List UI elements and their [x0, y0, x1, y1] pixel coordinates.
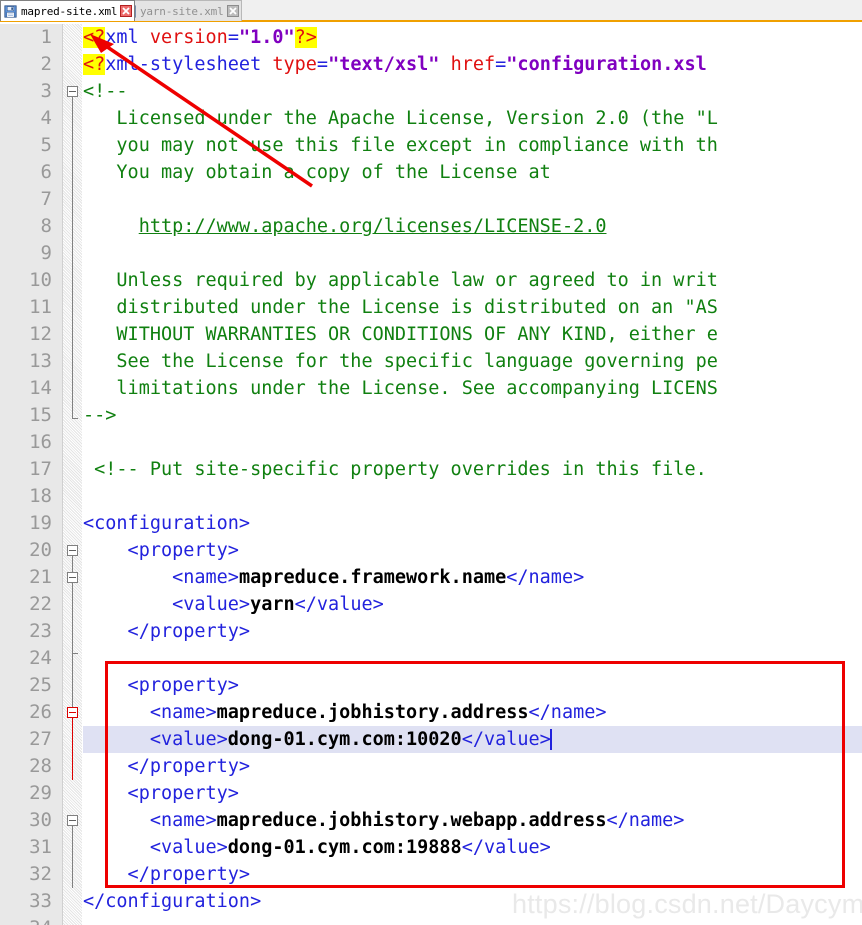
code-line-25: <property>: [83, 675, 239, 696]
fold-guide-line: [72, 826, 73, 888]
fold-guide-end: [72, 653, 78, 654]
line-number: 31: [29, 836, 52, 858]
code-line-5: you may not use this file except in comp…: [83, 135, 718, 156]
code-line-27: <value>dong-01.cym.com:10020</value>: [83, 726, 862, 753]
line-number-gutter: 1 2 3 4 5 6 7 8 9 10 11 12 13 14 15 16 1…: [0, 24, 63, 925]
fold-guide-line: [72, 718, 73, 780]
code-line-15: -->: [83, 405, 117, 426]
code-line-22: <value>yarn</value>: [83, 594, 384, 615]
line-number: 6: [40, 161, 52, 183]
fold-marker-property[interactable]: [67, 572, 78, 583]
code-folding-strip[interactable]: [63, 24, 83, 925]
line-number: 1: [40, 26, 52, 48]
close-icon[interactable]: [226, 5, 239, 17]
line-number: 14: [29, 377, 52, 399]
close-icon[interactable]: [120, 5, 133, 17]
line-number: 9: [40, 242, 52, 264]
code-line-28: </property>: [83, 756, 251, 777]
code-content[interactable]: <?xml version="1.0"?> <?xml-stylesheet t…: [83, 24, 862, 925]
fold-marker-property-highlighted[interactable]: [67, 707, 78, 718]
line-number: 21: [29, 566, 52, 588]
code-line-30: <name>mapreduce.jobhistory.webapp.addres…: [83, 810, 685, 831]
line-number: 13: [29, 350, 52, 372]
line-number: 18: [29, 485, 52, 507]
code-line-31: <value>dong-01.cym.com:19888</value>: [83, 837, 551, 858]
code-line-2: <?xml-stylesheet type="text/xsl" href="c…: [83, 54, 707, 75]
line-number: 22: [29, 593, 52, 615]
line-number: 5: [40, 134, 52, 156]
tab-bar: mapred-site.xml yarn-site.xml: [0, 0, 862, 22]
code-line-26: <name>mapreduce.jobhistory.address</name…: [83, 702, 607, 723]
tab-label: yarn-site.xml: [140, 4, 224, 18]
line-number: 17: [29, 458, 52, 480]
line-number: 10: [29, 269, 52, 291]
property-name-1: mapreduce.jobhistory.address: [216, 702, 529, 723]
line-number: 29: [29, 782, 52, 804]
line-number: 3: [40, 80, 52, 102]
line-number: 34: [6, 915, 52, 925]
line-number: 8: [40, 215, 52, 237]
line-number: 25: [29, 674, 52, 696]
line-number: 27: [29, 728, 52, 750]
fold-marker-property[interactable]: [67, 815, 78, 826]
code-line-6: You may obtain a copy of the License at: [83, 162, 551, 183]
line-number: 12: [29, 323, 52, 345]
tab-label: mapred-site.xml: [21, 4, 118, 18]
save-disk-icon: [4, 4, 17, 18]
line-number: 19: [29, 512, 52, 534]
code-line-3: <!--: [83, 81, 128, 102]
code-line-17: <!-- Put site-specific property override…: [83, 459, 707, 480]
code-line-1: <?xml version="1.0"?>: [83, 27, 317, 48]
line-number: 16: [29, 431, 52, 453]
line-number: 33: [29, 890, 52, 912]
fold-guide-end: [72, 418, 78, 419]
code-line-14: limitations under the License. See accom…: [83, 378, 718, 399]
code-line-8: http://www.apache.org/licenses/LICENSE-2…: [83, 213, 862, 240]
line-number: 26: [29, 701, 52, 723]
property-value-1: dong-01.cym.com:10020: [227, 729, 462, 750]
property-name-2: mapreduce.jobhistory.webapp.address: [216, 810, 607, 831]
line-number: 30: [29, 809, 52, 831]
line-number: 20: [29, 539, 52, 561]
code-line-13: See the License for the specific languag…: [83, 351, 718, 372]
fold-marker-configuration[interactable]: [67, 545, 78, 556]
line-number: 28: [29, 755, 52, 777]
code-line-32: </property>: [83, 864, 251, 885]
line-number: 2: [40, 53, 52, 75]
code-line-21: <name>mapreduce.framework.name</name>: [83, 567, 585, 588]
line-number: 7: [40, 188, 52, 210]
fold-guide-line: [72, 97, 73, 418]
code-line-11: distributed under the License is distrib…: [83, 297, 718, 318]
tab-yarn-site-xml[interactable]: yarn-site.xml: [119, 0, 242, 21]
code-line-10: Unless required by applicable law or agr…: [83, 270, 718, 291]
code-editor[interactable]: 1 2 3 4 5 6 7 8 9 10 11 12 13 14 15 16 1…: [0, 24, 862, 925]
code-line-19: <configuration>: [83, 513, 251, 534]
tab-mapred-site-xml[interactable]: mapred-site.xml: [0, 0, 136, 21]
line-number: 11: [29, 296, 52, 318]
fold-marker-comment[interactable]: [67, 86, 78, 97]
line-number: 24: [29, 647, 52, 669]
property-value-0: yarn: [250, 594, 295, 615]
line-number: 32: [29, 863, 52, 885]
code-line-20: <property>: [83, 540, 239, 561]
property-value-2: dong-01.cym.com:19888: [227, 837, 462, 858]
property-name-0: mapreduce.framework.name: [238, 567, 507, 588]
code-line-4: Licensed under the Apache License, Versi…: [83, 108, 718, 129]
code-line-29: <property>: [83, 783, 239, 804]
code-line-12: WITHOUT WARRANTIES OR CONDITIONS OF ANY …: [83, 324, 718, 345]
watermark-text: https://blog.csdn.net/Daycym: [512, 889, 862, 919]
line-number: 4: [40, 107, 52, 129]
line-number: 15: [29, 404, 52, 426]
license-url-link[interactable]: http://www.apache.org/licenses/LICENSE-2…: [139, 216, 607, 237]
code-line-23: </property>: [83, 621, 251, 642]
line-number: 23: [29, 620, 52, 642]
